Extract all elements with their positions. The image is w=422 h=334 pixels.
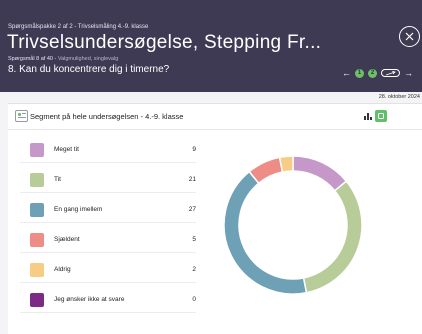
donut-slice[interactable] <box>278 155 294 173</box>
page-badge-2[interactable]: 2 <box>368 68 377 78</box>
legend-swatch <box>30 293 44 307</box>
refresh-icon <box>378 113 384 119</box>
page-title: Trivselsundersøgelse, Stepping Fr... <box>7 32 322 53</box>
legend-swatch <box>30 233 44 247</box>
legend-count: 27 <box>188 206 196 213</box>
legend-swatch <box>30 263 44 277</box>
legend-label: Tit <box>54 176 61 183</box>
legend-label: Meget tit <box>54 146 79 153</box>
swap-icon <box>385 70 396 75</box>
bar-chart-icon[interactable] <box>364 112 372 120</box>
legend-swatch <box>30 143 44 157</box>
breadcrumb: Spørgsmålspakke 2 af 2 - Trivselsmåling … <box>8 24 149 30</box>
arrow-left-icon[interactable]: ← <box>342 68 351 78</box>
segment-icon[interactable] <box>15 110 28 122</box>
question-meta: Spørgsmål 8 af 40 - Valgmulighed, single… <box>8 56 118 62</box>
question-header: Spørgsmålspakke 2 af 2 - Trivselsmåling … <box>0 0 422 92</box>
page-badge-1[interactable]: 1 <box>355 68 364 78</box>
legend-swatch <box>30 203 44 217</box>
legend-item: Aldrig 2 <box>20 257 196 283</box>
refresh-button[interactable] <box>375 110 387 122</box>
report-date: 28. oktober 2024 <box>378 94 420 100</box>
legend-item: Sjældent 5 <box>20 227 196 253</box>
legend-swatch <box>30 173 44 187</box>
legend-item: En gang imellem 27 <box>20 197 196 223</box>
legend-label: Sjældent <box>54 236 80 243</box>
question-type: Valgmulighed, singlevalg <box>57 56 119 62</box>
legend-count: 9 <box>192 146 196 153</box>
segment-bar: Segment på hele undersøgelsen - 4.-9. kl… <box>8 104 422 130</box>
legend-count: 21 <box>188 176 196 183</box>
donut-slice[interactable] <box>302 180 363 294</box>
donut-chart <box>223 155 363 295</box>
donut-slice[interactable] <box>292 155 348 192</box>
legend-label: Aldrig <box>54 266 71 273</box>
question-text: 8. Kan du koncentrere dig i timerne? <box>8 64 170 75</box>
legend-item: Jeg ønsker ikke at svare 0 <box>20 287 196 313</box>
donut-slice[interactable] <box>223 170 308 295</box>
toggle-view-button[interactable] <box>381 69 400 77</box>
close-button[interactable] <box>399 26 420 47</box>
segment-label: Segment på hele undersøgelsen - 4.-9. kl… <box>30 112 184 121</box>
legend-count: 2 <box>192 266 196 273</box>
question-navigation: ← 1 2 → <box>342 67 413 79</box>
close-icon <box>405 32 414 41</box>
question-number: Spørgsmål 8 af 40 - <box>8 56 58 62</box>
legend-item: Meget tit 9 <box>20 137 196 163</box>
arrow-right-icon[interactable]: → <box>404 68 413 78</box>
legend-label: Jeg ønsker ikke at svare <box>54 296 125 303</box>
legend-count: 5 <box>192 236 196 243</box>
legend-label: En gang imellem <box>54 206 103 213</box>
legend-count: 0 <box>192 296 196 303</box>
legend-item: Tit 21 <box>20 167 196 193</box>
